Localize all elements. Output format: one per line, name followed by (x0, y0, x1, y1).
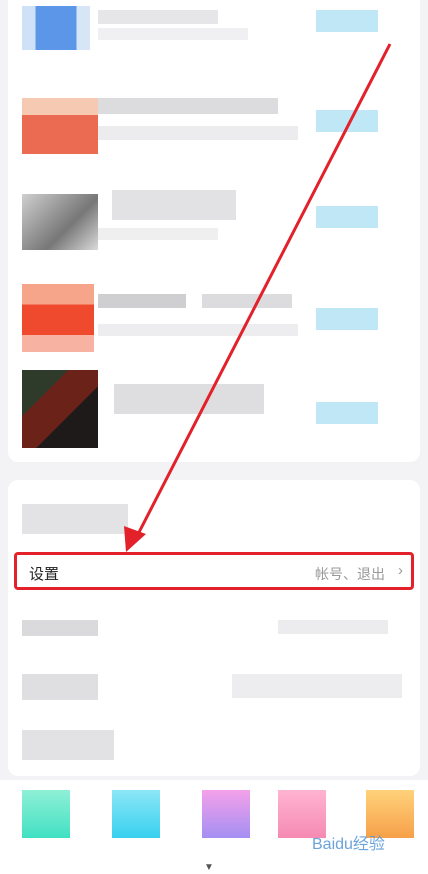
list-item[interactable] (8, 86, 420, 166)
list-item-subtitle (98, 28, 248, 40)
menu-item-label (22, 730, 114, 760)
settings-account-logout-hint: 帐号、退出 (315, 566, 385, 582)
list-item-subtitle (98, 324, 298, 336)
list-item-title (202, 294, 292, 308)
menu-item[interactable] (22, 614, 406, 642)
list-item-title (98, 294, 186, 308)
menu-item-value (232, 674, 402, 698)
list-item-subtitle (98, 126, 298, 140)
list-item-thumbnail (22, 6, 90, 50)
list-item[interactable] (8, 178, 420, 258)
list-item-action-button[interactable] (316, 402, 378, 424)
settings-menu-item[interactable]: 设置 帐号、退出 › (14, 552, 414, 590)
list-item[interactable] (8, 270, 420, 352)
baidu-watermark: Baidu经验 (312, 836, 385, 853)
list-item[interactable] (8, 0, 420, 70)
list-item-title (98, 98, 278, 114)
list-item-action-button[interactable] (316, 206, 378, 228)
list-item-title (98, 10, 218, 24)
list-item[interactable] (8, 366, 420, 462)
settings-label: 设置 (29, 566, 60, 583)
dock-app-icon[interactable] (202, 790, 250, 838)
list-item-thumbnail (22, 194, 98, 250)
list-item-thumbnail (22, 98, 98, 154)
list-item-action-button[interactable] (316, 308, 378, 330)
menu-item-value (278, 620, 388, 634)
list-item-action-button[interactable] (316, 10, 378, 32)
menu-item[interactable] (22, 728, 406, 762)
chevron-right-icon: › (398, 562, 403, 579)
screen: 设置 帐号、退出 › Baidu经验 ▼ (0, 0, 428, 874)
list-item-thumbnail (22, 370, 98, 448)
menu-item[interactable] (22, 668, 406, 702)
dock-app-icon[interactable] (112, 790, 160, 838)
list-item-subtitle (98, 228, 218, 240)
list-item-title (112, 190, 236, 220)
collapse-chevron-icon[interactable]: ▼ (202, 862, 216, 873)
list-item-action-button[interactable] (316, 110, 378, 132)
dock-app-icon[interactable] (22, 790, 70, 838)
section-header (22, 504, 128, 534)
menu-item-label (22, 674, 98, 700)
list-item-thumbnail (22, 284, 94, 352)
list-item-title (114, 384, 264, 414)
menu-item-label (22, 620, 98, 636)
